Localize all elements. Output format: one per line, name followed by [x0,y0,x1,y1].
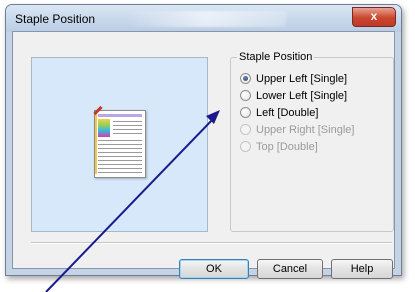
ok-button[interactable]: OK [179,259,249,279]
staple-position-dialog: Staple Position x Staple Position Upper … [5,4,402,279]
radio-button[interactable] [240,107,251,118]
paper-text-line [98,144,142,145]
button-separator [31,242,392,244]
radio-button [240,124,251,135]
radio-label: Upper Right [Single] [256,123,355,136]
radio-upper-left-single[interactable]: Upper Left [Single] [240,71,347,86]
paper-image-icon [98,119,110,137]
paper-text-line [98,156,142,157]
cancel-button[interactable]: Cancel [257,259,323,279]
paper-text-line [98,172,142,173]
help-button[interactable]: Help [331,259,393,279]
paper-text-line [98,152,142,153]
paper-text-line [113,133,142,134]
paper-preview-icon [93,105,146,178]
group-label: Staple Position [237,51,315,63]
paper-text-line [113,125,142,126]
paper-binding-edge [95,114,97,174]
paper-header-line [98,114,142,117]
radio-button [240,141,251,152]
radio-label: Upper Left [Single] [256,72,348,85]
paper-text-line [98,140,142,141]
paper-text-line [98,164,142,165]
close-icon: x [370,9,378,23]
radio-label: Top [Double] [256,140,318,153]
radio-button[interactable] [240,90,251,101]
staple-preview-panel [31,57,208,232]
radio-lower-left-single[interactable]: Lower Left [Single] [240,88,347,103]
paper-text-line [113,121,142,122]
title-bar[interactable]: Staple Position x [6,5,401,32]
dialog-title: Staple Position [15,12,96,26]
paper-text-line [98,168,142,169]
paper-text-line [113,129,142,130]
close-button[interactable]: x [352,7,396,27]
radio-top-double: Top [Double] [240,139,318,154]
dialog-body: Staple Position Upper Left [Single] Lowe… [12,31,395,279]
radio-label: Left [Double] [256,106,319,119]
background-tabs-blur [126,11,286,27]
radio-button[interactable] [240,73,251,84]
radio-upper-right-single: Upper Right [Single] [240,122,354,137]
paper-text-line [98,160,142,161]
radio-label: Lower Left [Single] [256,89,348,102]
paper-text-line [98,148,142,149]
radio-left-double[interactable]: Left [Double] [240,105,318,120]
